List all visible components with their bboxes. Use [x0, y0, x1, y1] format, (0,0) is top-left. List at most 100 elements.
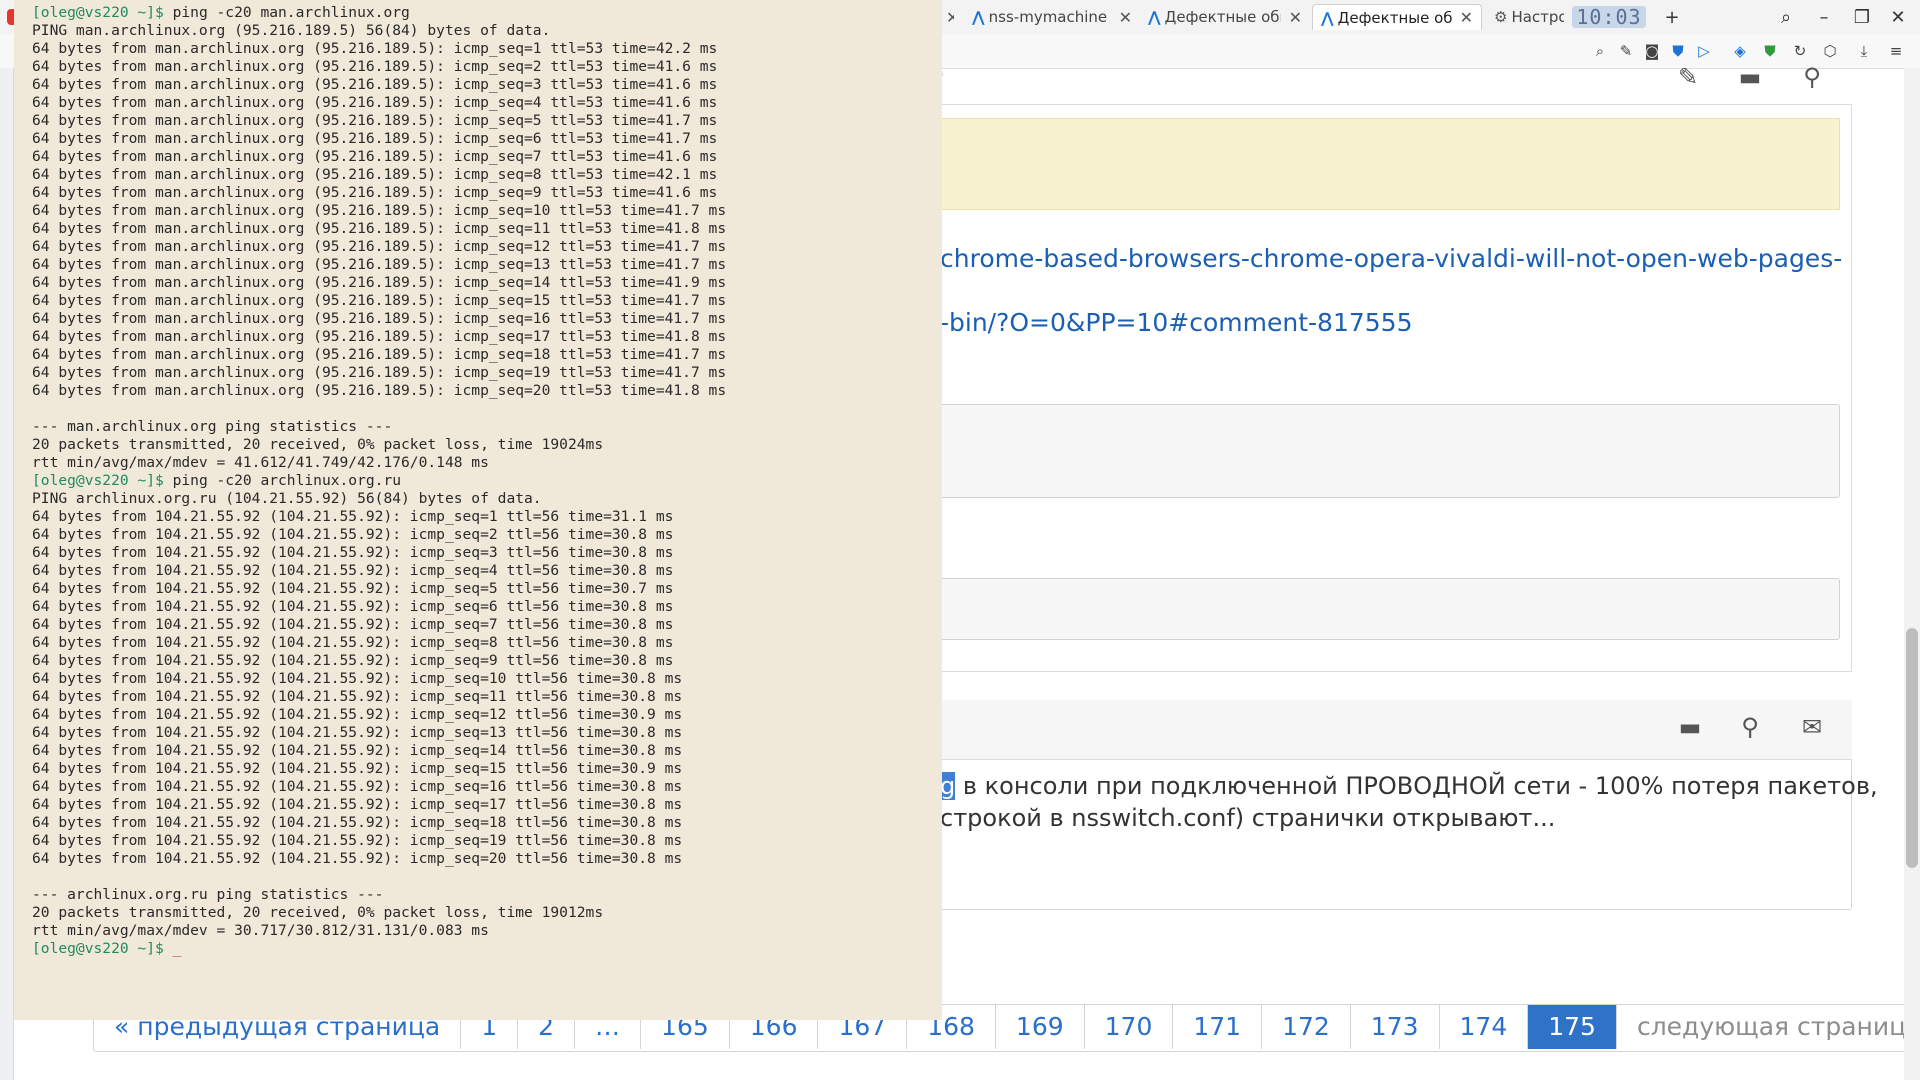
post-link-1[interactable]: chrome-based-browsers-chrome-opera-vival… [940, 244, 1842, 273]
terminal-line: 64 bytes from 104.21.55.92 (104.21.55.92… [32, 580, 674, 597]
warning-box [940, 118, 1840, 210]
terminal-line: 64 bytes from man.archlinux.org (95.216.… [32, 202, 727, 219]
pin-icon[interactable]: ⚲ [1734, 712, 1766, 742]
close-icon[interactable]: ✕ [1460, 8, 1473, 27]
terminal-line: 64 bytes from man.archlinux.org (95.216.… [32, 58, 718, 75]
pin-icon[interactable]: ⚲ [1796, 62, 1828, 92]
tab-label: Настрой [1511, 8, 1564, 26]
tab-label: Дефектные обн [1164, 8, 1281, 26]
minimize-icon[interactable]: – [1810, 4, 1838, 30]
send-icon[interactable]: ▷ [1692, 40, 1716, 62]
tab-0[interactable]: ⋀ nss-mymachine ✕ [964, 4, 1140, 30]
arch-icon: ⋀ [1321, 8, 1334, 27]
terminal-line: --- man.archlinux.org ping statistics --… [32, 418, 393, 435]
arch-icon: ⋀ [1148, 8, 1161, 26]
page-link[interactable]: 174 [1440, 1005, 1529, 1049]
edit-icon[interactable]: ✎ [1614, 40, 1638, 62]
terminal-line: 64 bytes from 104.21.55.92 (104.21.55.92… [32, 706, 683, 723]
terminal-line: 64 bytes from 104.21.55.92 (104.21.55.92… [32, 832, 683, 849]
zoom-icon[interactable]: ⌕ [1588, 40, 1612, 62]
terminal-line: 64 bytes from man.archlinux.org (95.216.… [32, 94, 718, 111]
post-text-line-1-rest: в консоли при подключенной ПРОВОДНОЙ сет… [955, 772, 1878, 800]
scrollbar-track[interactable] [1904, 68, 1920, 1080]
terminal-line: 64 bytes from 104.21.55.92 (104.21.55.92… [32, 670, 683, 687]
shield-icon[interactable]: ⛊ [1666, 40, 1690, 62]
page-link[interactable]: 175 [1528, 1005, 1617, 1049]
page-link[interactable]: 170 [1085, 1005, 1174, 1049]
page-link[interactable]: 169 [996, 1005, 1085, 1049]
close-icon[interactable]: ✕ [1119, 8, 1132, 27]
page-link[interactable]: 173 [1351, 1005, 1440, 1049]
terminal-line: 64 bytes from man.archlinux.org (95.216.… [32, 148, 718, 165]
terminal-line: 64 bytes from man.archlinux.org (95.216.… [32, 184, 718, 201]
terminal-line: 64 bytes from man.archlinux.org (95.216.… [32, 310, 727, 327]
new-tab-button[interactable]: + [1658, 4, 1686, 30]
terminal-line: 64 bytes from 104.21.55.92 (104.21.55.92… [32, 508, 674, 525]
terminal-line: 64 bytes from 104.21.55.92 (104.21.55.92… [32, 616, 674, 633]
terminal-prompt: [oleg@vs220 ~]$ [32, 4, 164, 21]
terminal-line: 64 bytes from man.archlinux.org (95.216.… [32, 328, 727, 345]
edit-icon[interactable]: ✎ [1672, 62, 1704, 92]
scrollbar-thumb[interactable] [1906, 628, 1918, 868]
comment-field[interactable] [940, 578, 1840, 640]
menu-icon[interactable]: ≡ [1884, 40, 1908, 62]
post-text-line-1: g в консоли при подключенной ПРОВОДНОЙ с… [940, 772, 1878, 800]
adblock-icon[interactable]: ⛊ [1758, 40, 1782, 62]
close-icon[interactable]: ✕ [1289, 8, 1302, 27]
mail-icon[interactable]: ✉ [1796, 712, 1828, 742]
terminal-line: 64 bytes from 104.21.55.92 (104.21.55.92… [32, 652, 674, 669]
tab-label: nss-mymachine [988, 8, 1108, 26]
highlighted-text: g [940, 772, 956, 800]
post-link-2[interactable]: -bin/?O=0&PP=10#comment-817555 [940, 308, 1413, 337]
terminal-line: 64 bytes from man.archlinux.org (95.216.… [32, 292, 727, 309]
terminal-line: 64 bytes from man.archlinux.org (95.216.… [32, 76, 718, 93]
terminal-line: PING archlinux.org.ru (104.21.55.92) 56(… [32, 490, 542, 507]
comment-icon[interactable]: ▬ [1734, 62, 1766, 92]
terminal-line: 64 bytes from man.archlinux.org (95.216.… [32, 112, 718, 129]
search-icon[interactable]: ⌕ [1772, 4, 1800, 30]
camera-icon[interactable]: ◙ [1640, 40, 1664, 62]
terminal-line: 64 bytes from 104.21.55.92 (104.21.55.92… [32, 760, 683, 777]
terminal-line: 64 bytes from man.archlinux.org (95.216.… [32, 130, 718, 147]
window-close-icon[interactable]: ✕ [1884, 4, 1912, 30]
terminal-line: 64 bytes from 104.21.55.92 (104.21.55.92… [32, 814, 683, 831]
terminal-line: 64 bytes from man.archlinux.org (95.216.… [32, 382, 727, 399]
terminal-line: PING man.archlinux.org (95.216.189.5) 56… [32, 22, 551, 39]
terminal-line: 20 packets transmitted, 20 received, 0% … [32, 904, 604, 921]
box-icon[interactable]: ⬡ [1818, 40, 1842, 62]
terminal-line: 64 bytes from 104.21.55.92 (104.21.55.92… [32, 544, 674, 561]
terminal-line: 64 bytes from 104.21.55.92 (104.21.55.92… [32, 742, 683, 759]
tab-2-active[interactable]: ⋀ Дефектные обн ✕ [1312, 4, 1482, 30]
download-icon[interactable]: ⤓ [1852, 40, 1876, 62]
terminal-line: 64 bytes from man.archlinux.org (95.216.… [32, 238, 727, 255]
comment-icon[interactable]: ▬ [1674, 712, 1706, 742]
terminal-line: 64 bytes from 104.21.55.92 (104.21.55.92… [32, 724, 683, 741]
terminal-line: --- archlinux.org.ru ping statistics --- [32, 886, 384, 903]
tab-3[interactable]: ⚙ Настрой [1486, 4, 1572, 30]
terminal-line: 64 bytes from 104.21.55.92 (104.21.55.92… [32, 526, 674, 543]
terminal-line: 64 bytes from 104.21.55.92 (104.21.55.92… [32, 850, 683, 867]
terminal-line: 64 bytes from man.archlinux.org (95.216.… [32, 40, 718, 57]
restore-icon[interactable]: ❐ [1848, 4, 1876, 30]
tab-1[interactable]: ⋀ Дефектные обн ✕ [1140, 4, 1310, 30]
reply-field[interactable] [940, 404, 1840, 498]
reload-extension-icon[interactable]: ↻ [1788, 40, 1812, 62]
terminal-line: 64 bytes from man.archlinux.org (95.216.… [32, 364, 727, 381]
page-link[interactable]: 171 [1173, 1005, 1263, 1049]
terminal-output: [oleg@vs220 ~]$ ping -c20 man.archlinux.… [14, 0, 942, 958]
terminal-command: ping -c20 man.archlinux.org [172, 4, 410, 21]
page-link[interactable]: 172 [1262, 1005, 1351, 1049]
post-text-line-2: строкой в nsswitch.conf) странички откры… [940, 804, 1556, 832]
close-icon[interactable]: ✕ [946, 8, 954, 27]
terminal-line: 64 bytes from 104.21.55.92 (104.21.55.92… [32, 796, 683, 813]
terminal-line: 64 bytes from 104.21.55.92 (104.21.55.92… [32, 598, 674, 615]
vpn-icon[interactable]: ◈ [1728, 40, 1752, 62]
terminal-window[interactable]: [oleg@vs220 ~]$ ping -c20 man.archlinux.… [14, 0, 942, 1020]
terminal-line: 64 bytes from man.archlinux.org (95.216.… [32, 274, 727, 291]
gear-icon: ⚙ [1494, 8, 1508, 26]
terminal-prompt: [oleg@vs220 ~]$ [32, 940, 164, 957]
terminal-line: 64 bytes from 104.21.55.92 (104.21.55.92… [32, 688, 683, 705]
clock-overlay: 10:03 [1572, 6, 1646, 28]
next-page-link[interactable]: следующая страница » [1617, 1005, 1920, 1049]
arch-icon: ⋀ [972, 8, 985, 26]
